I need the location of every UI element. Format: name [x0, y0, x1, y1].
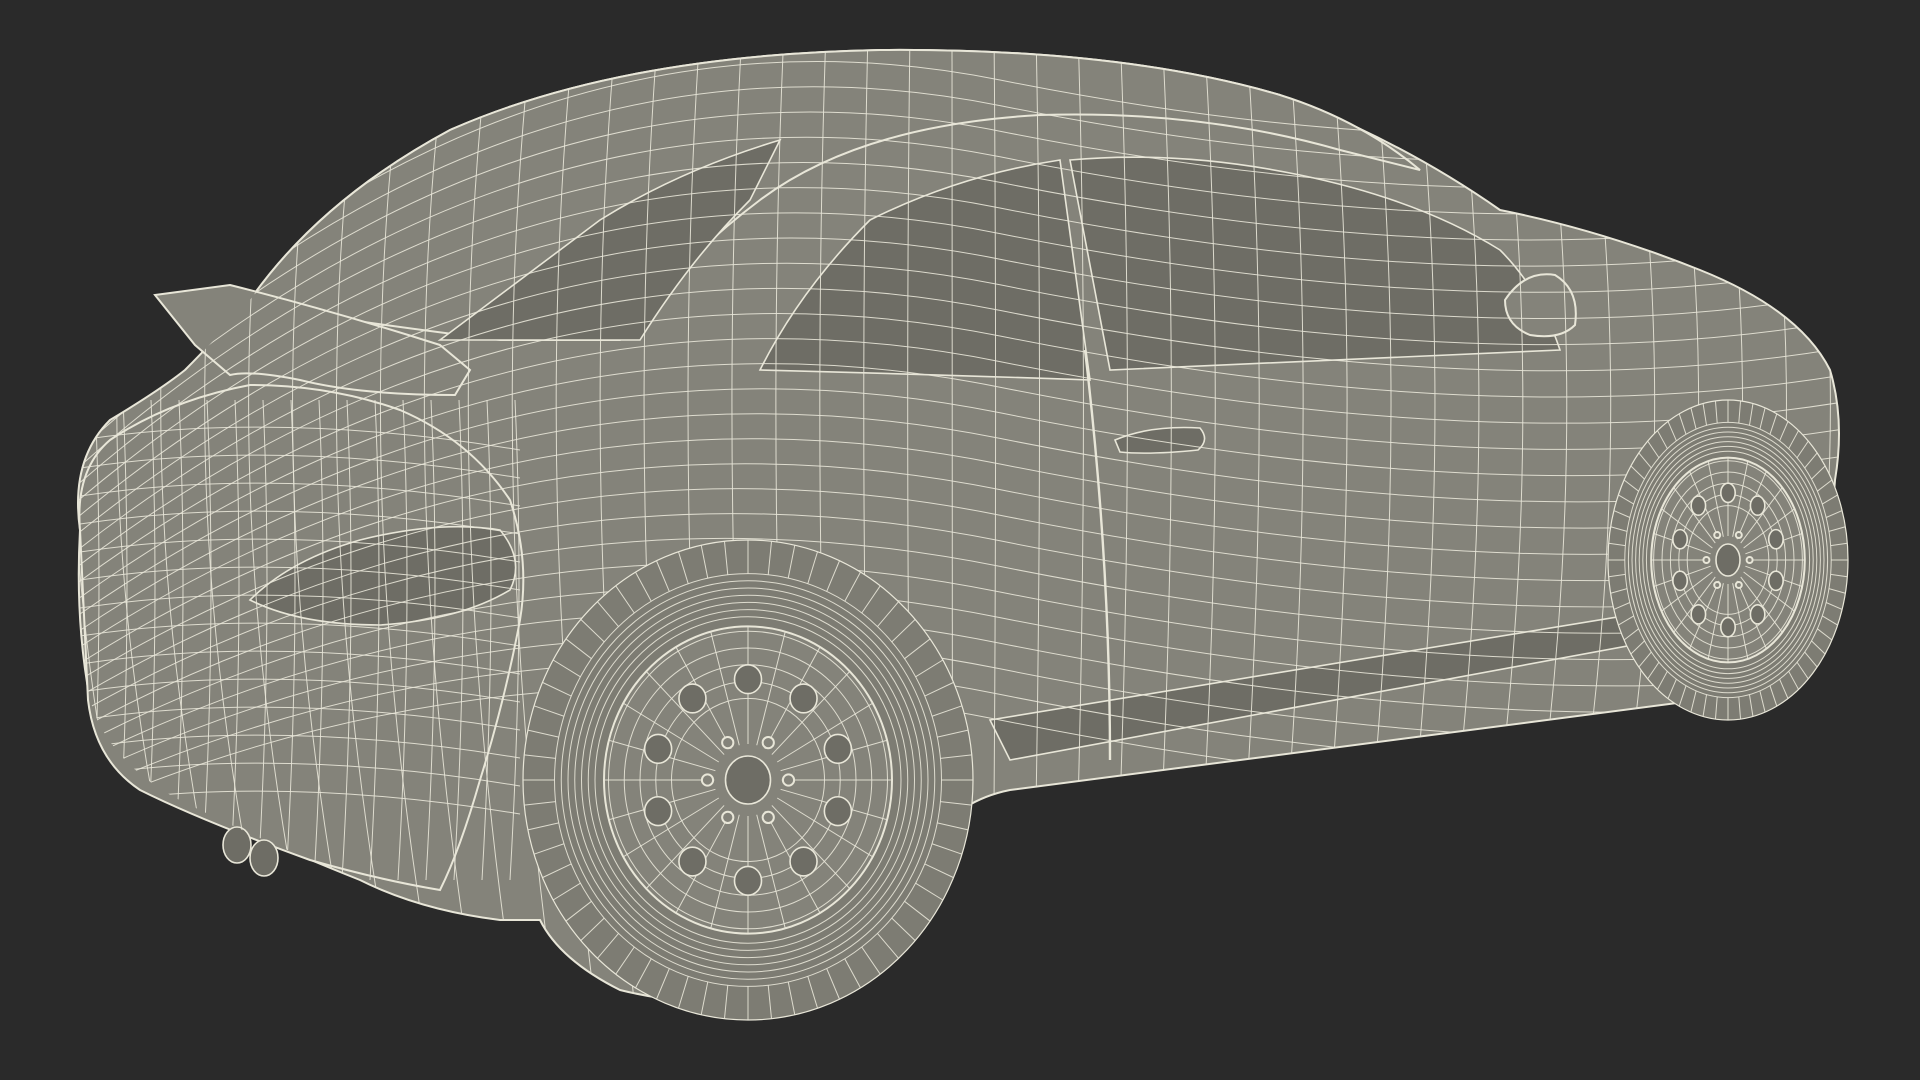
wireframe-car-icon: [77, 48, 1849, 1021]
rear-wheel: [522, 539, 974, 1021]
render-viewport: [0, 0, 1920, 1080]
front-wheel: [1607, 399, 1849, 721]
rear-fascia: [78, 383, 525, 892]
side-window-front: [1069, 156, 1562, 371]
